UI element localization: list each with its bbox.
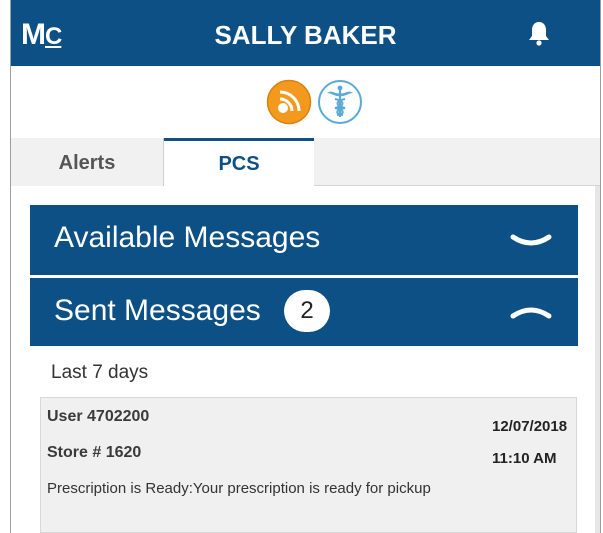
message-store: Store # 1620	[47, 444, 142, 461]
sent-messages-title: Sent Messages	[54, 294, 261, 327]
caduceus-app-icon[interactable]	[317, 79, 363, 125]
tab-alerts[interactable]: Alerts	[11, 138, 164, 186]
message-time: 11:10 AM	[492, 450, 557, 467]
app-switcher	[11, 66, 600, 138]
available-messages-panel[interactable]: Available Messages	[30, 205, 578, 275]
message-card[interactable]: User 4702200 Store # 1620 12/07/2018 11:…	[40, 397, 577, 533]
scrollbar[interactable]	[595, 186, 600, 533]
app-header: MC SALLY BAKER	[11, 0, 600, 66]
tab-bar: Alerts PCS	[11, 138, 600, 187]
message-user: User 4702200	[47, 408, 150, 425]
message-date: 12/07/2018	[492, 418, 568, 435]
sent-count-badge: 2	[284, 290, 330, 332]
rx-signal-app-icon[interactable]	[266, 79, 312, 125]
user-name: SALLY BAKER	[214, 20, 397, 50]
available-messages-title: Available Messages	[54, 221, 321, 254]
chevron-up-icon[interactable]	[509, 300, 553, 320]
bell-icon[interactable]	[527, 20, 551, 46]
sent-messages-panel[interactable]: Sent Messages 2	[30, 278, 578, 346]
chevron-down-icon[interactable]	[509, 233, 553, 253]
app-window: MC SALLY BAKER Alerts PCS Available Mess	[10, 0, 601, 533]
message-body: Prescription is Ready:Your prescription …	[47, 480, 431, 497]
date-range-label: Last 7 days	[51, 362, 149, 383]
tab-pcs[interactable]: PCS	[164, 138, 314, 187]
